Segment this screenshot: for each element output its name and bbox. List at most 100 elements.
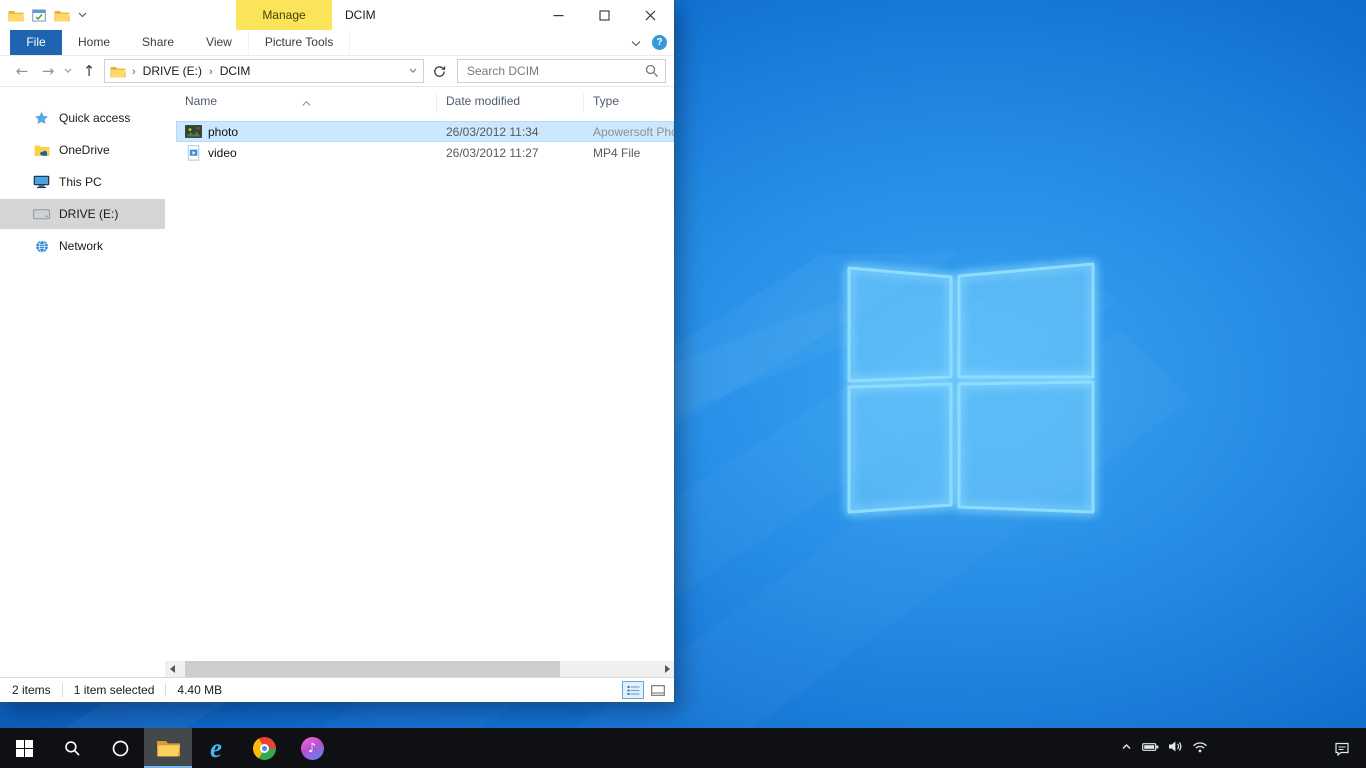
status-bar: 2 items 1 item selected 4.40 MB [0,677,674,702]
up-button[interactable]: ↑ [76,62,102,80]
cortana-button[interactable] [96,728,144,768]
status-separator [62,683,63,697]
battery-icon[interactable] [1142,741,1159,756]
sidebar-item-drive-e[interactable]: DRIVE (E:) [0,199,165,229]
taskbar-internet-explorer-button[interactable]: e [192,728,240,768]
desktop: Manage DCIM File Home Share View Picture… [0,0,1366,768]
tab-home[interactable]: Home [62,30,126,55]
quick-access-toolbar [8,0,87,30]
star-icon [33,111,50,125]
large-icons-view-button[interactable] [647,681,669,699]
recent-locations-caret-icon[interactable] [60,68,76,74]
properties-icon[interactable] [32,9,46,22]
network-globe-icon [33,240,50,253]
selection-count: 1 item selected [74,683,155,697]
taskbar-search-button[interactable] [48,728,96,768]
search-input[interactable] [458,64,639,78]
address-dropdown-caret-icon[interactable] [403,68,423,74]
address-bar[interactable]: DRIVE (E:) DCIM [104,59,424,83]
action-center-button[interactable] [1334,728,1350,768]
file-name: photo [208,125,238,139]
sort-ascending-icon [302,95,311,109]
taskbar: e [0,728,1366,768]
new-folder-icon[interactable] [54,9,70,22]
cortana-circle-icon [112,740,129,757]
column-header-date-modified[interactable]: Date modified [437,94,584,113]
volume-icon[interactable] [1168,740,1183,756]
folder-window-icon[interactable] [8,9,24,22]
taskbar-file-explorer-button[interactable] [144,728,192,768]
close-button[interactable] [627,0,673,30]
manage-contextual-tab[interactable]: Manage [236,0,332,30]
system-tray [1120,728,1208,768]
column-header-type[interactable]: Type [584,94,674,113]
sidebar-item-label: Quick access [59,111,130,125]
chrome-icon [253,737,276,760]
scroll-right-arrow[interactable] [660,661,674,677]
photo-thumbnail-icon [185,124,202,140]
status-separator [165,683,166,697]
ribbon-tab-row: File Home Share View Picture Tools ? [0,30,674,56]
breadcrumb-drive[interactable]: DRIVE (E:) [136,64,209,78]
file-explorer-window: Manage DCIM File Home Share View Picture… [0,0,674,702]
hidden-icons-chevron-icon[interactable] [1120,740,1133,756]
maximize-button[interactable] [581,0,627,30]
taskbar-chrome-button[interactable] [240,728,288,768]
search-icon [64,740,81,757]
expand-ribbon-chevron-icon[interactable] [631,36,641,50]
file-date-modified: 26/03/2012 11:34 [437,125,584,139]
scrollbar-track[interactable] [179,661,660,677]
column-header-label: Type [593,94,619,108]
item-count: 2 items [12,683,51,697]
window-title: DCIM [345,0,376,30]
column-header-name[interactable]: Name [176,94,437,113]
window-controls [535,0,673,30]
ribbon-right-controls: ? [631,30,667,55]
customize-quick-access-caret-icon[interactable] [78,12,87,18]
taskbar-itunes-button[interactable] [288,728,336,768]
tab-picture-tools[interactable]: Picture Tools [248,30,350,55]
horizontal-scrollbar[interactable] [165,661,674,677]
column-header-label: Name [185,94,217,108]
network-wifi-icon[interactable] [1192,741,1208,756]
drive-icon [33,209,50,220]
computer-icon [33,175,50,189]
file-type: MP4 File [584,146,674,160]
tab-share[interactable]: Share [126,30,190,55]
sidebar-item-this-pc[interactable]: This PC [0,167,165,197]
file-row-video[interactable]: video 26/03/2012 11:27 MP4 File [176,142,674,163]
itunes-icon [301,737,324,760]
scroll-left-arrow[interactable] [165,661,179,677]
minimize-button[interactable] [535,0,581,30]
address-folder-icon [110,65,126,78]
onedrive-folder-icon [33,144,50,157]
search-box [457,59,666,83]
sidebar-item-quick-access[interactable]: Quick access [0,103,165,133]
file-list-pane: Name Date modified Type [165,87,674,677]
sidebar-item-onedrive[interactable]: OneDrive [0,135,165,165]
video-file-icon [185,145,202,161]
tab-file[interactable]: File [10,30,62,55]
sidebar-item-label: Network [59,239,103,253]
file-row-photo[interactable]: photo 26/03/2012 11:34 Apowersoft Pho [176,121,674,142]
title-bar: Manage DCIM [0,0,674,30]
details-view-button[interactable] [622,681,644,699]
start-button[interactable] [0,728,48,768]
view-toggles [622,681,669,699]
file-name: video [208,146,237,160]
refresh-button[interactable] [427,59,451,83]
help-icon[interactable]: ? [652,35,667,50]
back-button[interactable]: ← [8,62,36,80]
windows-logo-icon [16,740,33,757]
search-icon[interactable] [639,64,665,78]
sidebar-item-label: OneDrive [59,143,110,157]
sidebar-item-network[interactable]: Network [0,231,165,261]
file-type: Apowersoft Pho [584,125,674,139]
explorer-content: Quick access OneDrive This PC [0,87,674,677]
forward-button[interactable]: → [36,62,60,80]
breadcrumb-dcim[interactable]: DCIM [213,64,258,78]
tab-view[interactable]: View [190,30,248,55]
file-list: photo 26/03/2012 11:34 Apowersoft Pho vi… [176,121,674,163]
scrollbar-thumb[interactable] [185,661,560,677]
windows-logo-panes [849,264,1093,512]
